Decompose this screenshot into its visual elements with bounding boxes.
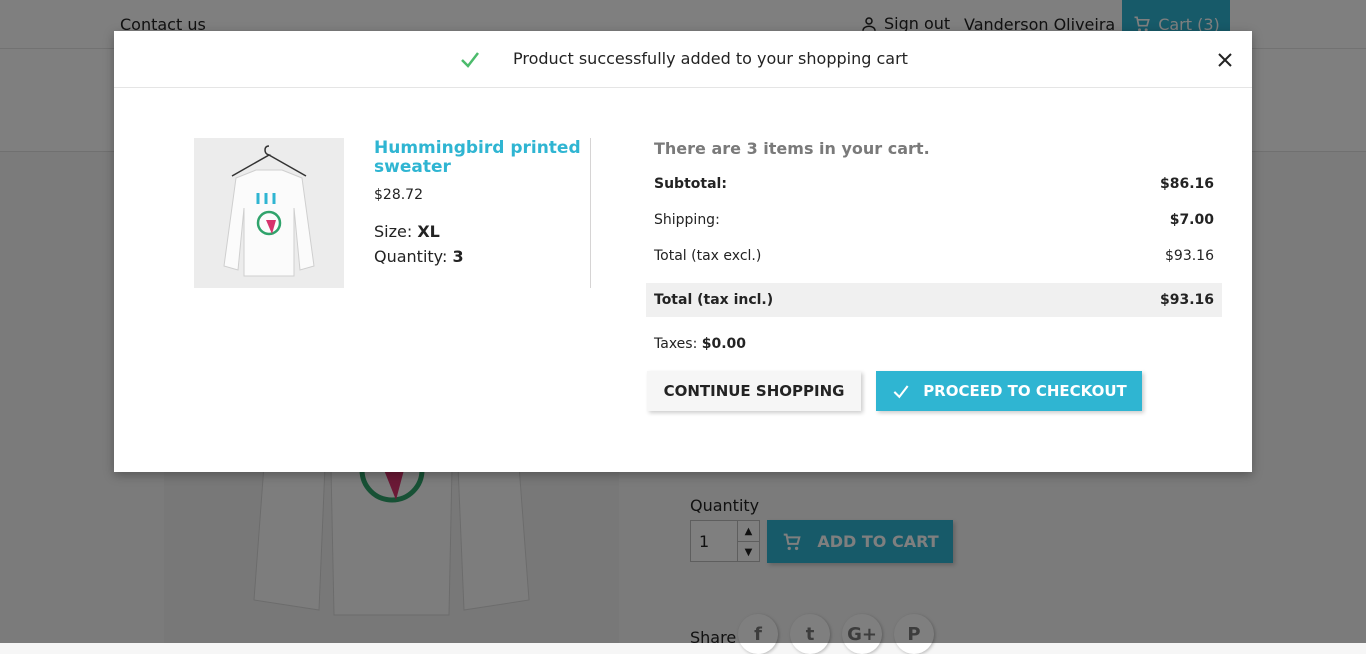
- subtotal-value: $86.16: [1159, 176, 1214, 192]
- taxes-value: $0.00: [701, 336, 747, 352]
- subtotal-row: Subtotal: $86.16: [654, 176, 1214, 192]
- shipping-row: Shipping: $7.00: [654, 212, 1214, 228]
- checkmark-icon: [461, 52, 479, 68]
- taxes-row: Taxes: $0.00: [654, 336, 746, 352]
- total-excl-label: Total (tax excl.): [654, 248, 762, 264]
- total-excl-row: Total (tax excl.) $93.16: [654, 248, 1214, 264]
- close-icon[interactable]: [1214, 49, 1236, 71]
- proceed-to-checkout-button[interactable]: PROCEED TO CHECKOUT: [876, 371, 1142, 411]
- total-incl-row: Total (tax incl.) $93.16: [646, 283, 1222, 317]
- add-to-cart-modal: Product successfully added to your shopp…: [114, 31, 1252, 472]
- product-price: $28.72: [374, 187, 423, 203]
- checkout-label: PROCEED TO CHECKOUT: [923, 382, 1127, 400]
- subtotal-label: Subtotal:: [654, 176, 727, 192]
- taxes-label: Taxes:: [654, 336, 698, 352]
- size-label: Size:: [374, 222, 413, 241]
- divider: [590, 138, 591, 288]
- total-excl-value: $93.16: [1165, 248, 1214, 264]
- modal-title: Product successfully added to your shopp…: [513, 49, 908, 68]
- quantity-label: Quantity:: [374, 247, 448, 266]
- checkmark-icon: [893, 385, 909, 399]
- product-quantity: Quantity: 3: [374, 247, 464, 266]
- product-thumbnail: [194, 138, 344, 288]
- product-size: Size: XL: [374, 222, 440, 241]
- quantity-value: 3: [452, 247, 464, 266]
- shipping-label: Shipping:: [654, 212, 720, 228]
- product-name[interactable]: Hummingbird printed sweater: [374, 139, 584, 177]
- total-incl-value: $93.16: [1159, 292, 1214, 308]
- modal-header: Product successfully added to your shopp…: [114, 31, 1252, 88]
- cart-items-count: There are 3 items in your cart.: [654, 139, 930, 158]
- continue-shopping-button[interactable]: CONTINUE SHOPPING: [647, 371, 861, 411]
- shipping-value: $7.00: [1169, 212, 1214, 228]
- total-incl-label: Total (tax incl.): [654, 292, 774, 308]
- size-value: XL: [417, 222, 440, 241]
